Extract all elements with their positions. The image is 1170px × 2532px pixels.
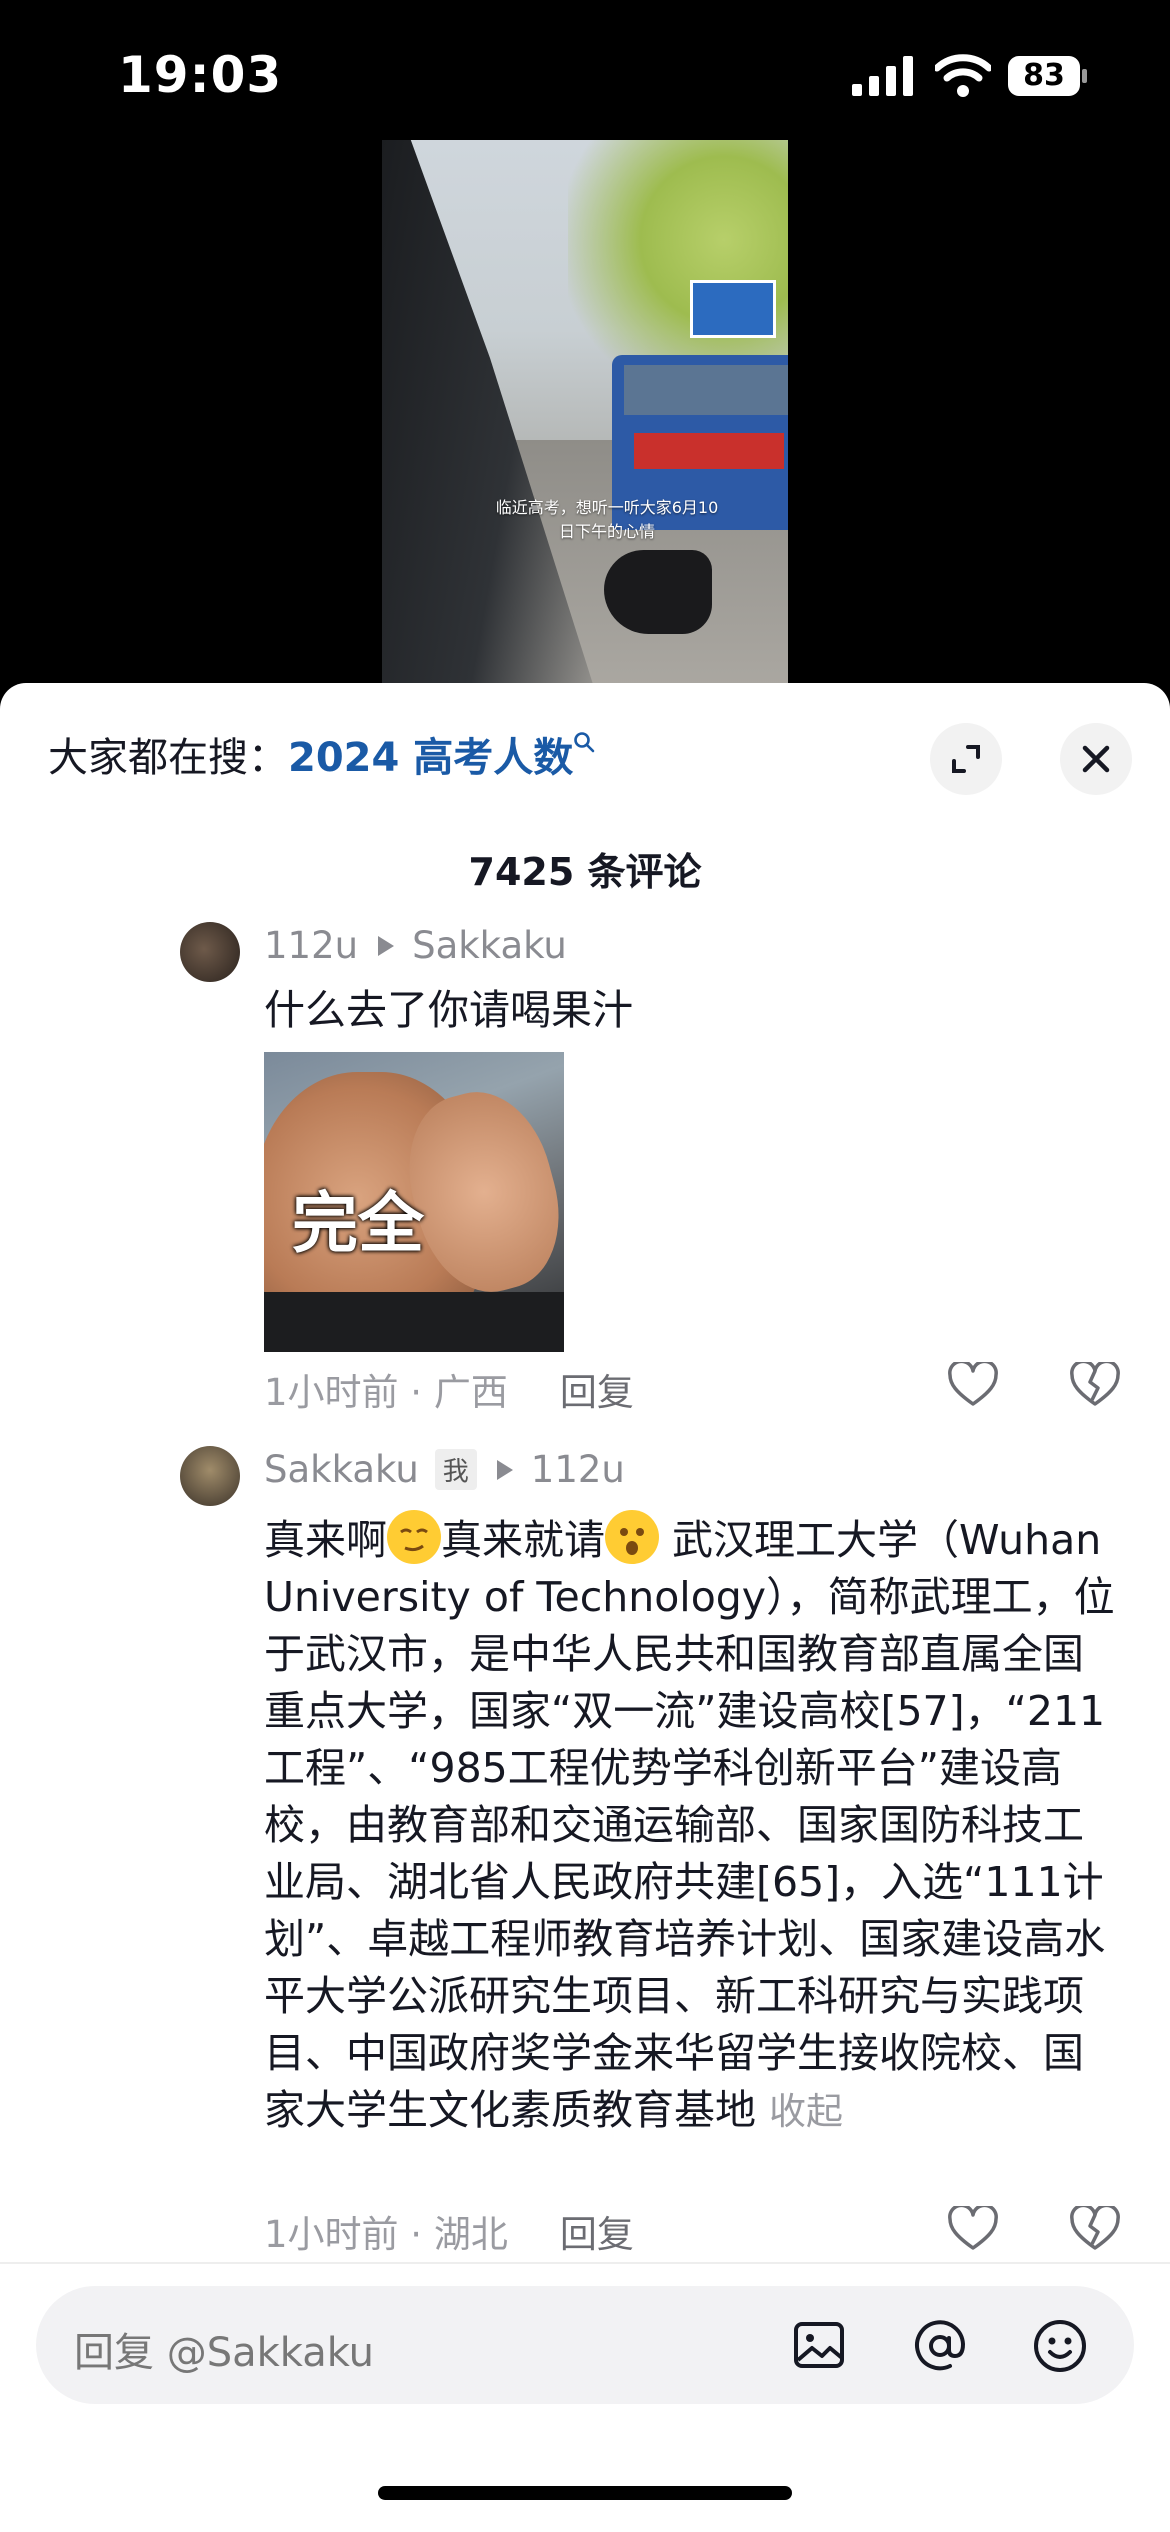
- sticker-text: 完全: [292, 1185, 424, 1262]
- collapse-link[interactable]: 收起: [769, 2090, 843, 2133]
- reply-target[interactable]: Sakkaku: [412, 924, 567, 967]
- heart-icon[interactable]: [948, 2206, 998, 2252]
- divider: [0, 2262, 1170, 2264]
- smirk-emoji-icon: [387, 1510, 441, 1564]
- video-player[interactable]: 临近高考，想听一听大家6月10 日下午的心情: [382, 140, 788, 685]
- search-prefix: 大家都在搜：: [48, 735, 288, 781]
- broken-heart-icon[interactable]: [1070, 2206, 1120, 2252]
- comment-meta: 112u Sakkaku: [264, 924, 567, 967]
- avatar[interactable]: [180, 1446, 240, 1506]
- comment-footer: 1小时前 · 广西 回复: [264, 1362, 634, 1416]
- battery-indicator: 83: [1008, 56, 1088, 96]
- video-caption: 临近高考，想听一听大家6月10 日下午的心情: [495, 498, 719, 541]
- avatar[interactable]: [180, 922, 240, 982]
- battery-level: 83: [1023, 58, 1065, 93]
- image-icon[interactable]: [790, 2316, 850, 2376]
- reply-arrow-icon: [496, 1459, 513, 1480]
- cellular-signal-icon: [852, 56, 913, 96]
- comment-footer: 1小时前 · 湖北 回复: [264, 2204, 634, 2258]
- close-icon: [1082, 745, 1110, 773]
- reply-arrow-icon: [378, 935, 395, 956]
- expand-icon: [952, 745, 980, 773]
- status-bar: 19:03 83: [0, 0, 1170, 140]
- comment-count: 7425 条评论: [468, 850, 702, 894]
- comment-time-location: 1小时前 · 湖北: [264, 2213, 508, 2256]
- author-name[interactable]: Sakkaku: [264, 1448, 419, 1491]
- surprised-emoji-icon: [605, 1510, 659, 1564]
- comment-meta: Sakkaku 我 112u: [264, 1448, 625, 1491]
- reply-target[interactable]: 112u: [531, 1448, 625, 1491]
- emoji-icon[interactable]: [1030, 2316, 1090, 2376]
- search-keyword[interactable]: 2024 高考人数: [288, 735, 573, 781]
- reply-button[interactable]: 回复: [560, 1371, 634, 1414]
- comment-text: 什么去了你请喝果汁: [264, 986, 633, 1034]
- status-time: 19:03: [118, 46, 283, 104]
- wifi-icon: [935, 54, 991, 97]
- heart-icon[interactable]: [948, 1362, 998, 1408]
- side-mirror: [604, 550, 712, 634]
- author-name[interactable]: 112u: [264, 924, 358, 967]
- reply-button[interactable]: 回复: [560, 2213, 634, 2256]
- expand-button[interactable]: [930, 723, 1002, 795]
- search-icon: [574, 732, 595, 753]
- broken-heart-icon[interactable]: [1070, 1362, 1120, 1408]
- close-button[interactable]: [1060, 723, 1132, 795]
- comment-text: 真来啊 真来就请 武汉理工大学（Wuhan University of Tech…: [264, 1510, 1124, 2140]
- reply-input-placeholder: 回复 @Sakkaku: [74, 2330, 375, 2376]
- me-badge: 我: [434, 1449, 477, 1490]
- comment-time-location: 1小时前 · 广西: [264, 1371, 508, 1414]
- home-indicator: [378, 2486, 792, 2500]
- at-icon[interactable]: [910, 2316, 970, 2376]
- reply-input[interactable]: 回复 @Sakkaku: [36, 2286, 1134, 2404]
- search-suggestion[interactable]: 大家都在搜：2024 高考人数: [48, 725, 595, 783]
- sticker-image[interactable]: 完全: [264, 1052, 564, 1352]
